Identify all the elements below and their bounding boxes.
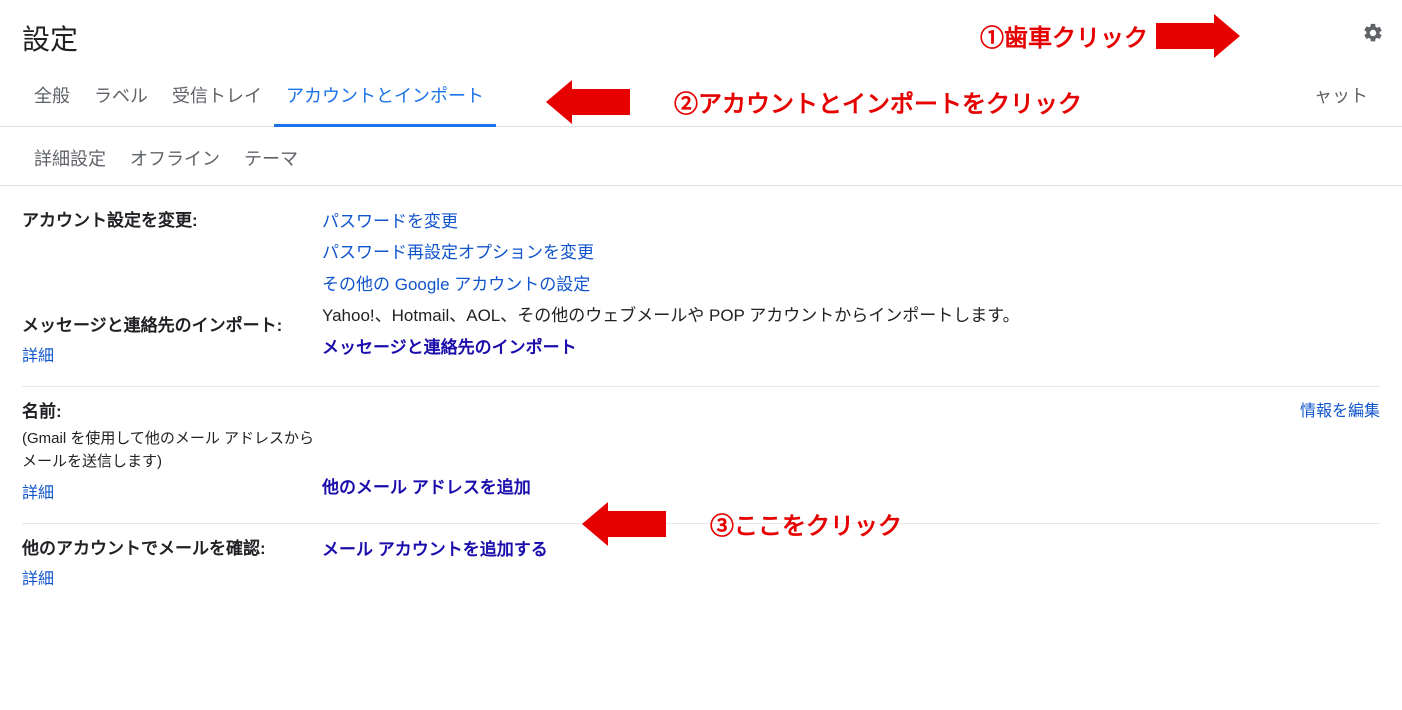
link-import-messages[interactable]: メッセージと連絡先のインポート (322, 338, 577, 357)
tab-themes[interactable]: テーマ (232, 127, 310, 171)
import-description: Yahoo!、Hotmail、AOL、その他のウェブメールや POP アカウント… (322, 300, 1380, 331)
tab-chat-fragment[interactable]: ャット (1302, 68, 1380, 126)
sub-name: (Gmail を使用して他のメール アドレスからメールを送信します) (22, 428, 322, 473)
tab-advanced[interactable]: 詳細設定 (22, 127, 118, 171)
tab-inbox[interactable]: 受信トレイ (160, 68, 274, 126)
link-change-password[interactable]: パスワードを変更 (322, 212, 458, 231)
detail-link-check-other[interactable]: 詳細 (22, 565, 54, 589)
section-name: 名前: (Gmail を使用して他のメール アドレスからメールを送信します) 詳… (22, 387, 1380, 524)
settings-sections: アカウント設定を変更: メッセージと連絡先のインポート: 詳細 パスワードを変更… (0, 186, 1402, 629)
section-left: アカウント設定を変更: メッセージと連絡先のインポート: 詳細 (22, 206, 322, 366)
section-left: 他のアカウントでメールを確認: 詳細 (22, 534, 322, 589)
link-change-pw-reset[interactable]: パスワード再設定オプションを変更 (322, 243, 594, 262)
tab-accounts-import[interactable]: アカウントとインポート (274, 68, 496, 127)
section-left: 名前: (Gmail を使用して他のメール アドレスからメールを送信します) 詳… (22, 397, 322, 503)
link-edit-info[interactable]: 情報を編集 (1300, 403, 1380, 420)
section-right: 他のメール アドレスを追加 (322, 397, 1240, 503)
section-far-right: 情報を編集 (1240, 397, 1380, 503)
label-account-change: アカウント設定を変更: (22, 206, 322, 231)
page-title: 設定 (22, 18, 1380, 58)
page-header: 設定 (0, 0, 1402, 68)
detail-link-name[interactable]: 詳細 (22, 479, 54, 503)
section-account-and-import: アカウント設定を変更: メッセージと連絡先のインポート: 詳細 パスワードを変更… (22, 196, 1380, 387)
link-add-another-email[interactable]: 他のメール アドレスを追加 (322, 472, 531, 503)
tabs-primary: 全般 ラベル 受信トレイ アカウントとインポート ャット (0, 68, 1402, 127)
section-right: メール アカウントを追加する (322, 534, 1380, 589)
section-right: パスワードを変更 パスワード再設定オプションを変更 その他の Google アカ… (322, 206, 1380, 366)
link-other-google[interactable]: その他の Google アカウントの設定 (322, 275, 590, 294)
tab-general[interactable]: 全般 (22, 68, 82, 126)
section-check-other: 他のアカウントでメールを確認: 詳細 メール アカウントを追加する (22, 524, 1380, 609)
tab-offline[interactable]: オフライン (118, 127, 232, 171)
label-import: メッセージと連絡先のインポート: (22, 311, 322, 336)
label-name: 名前: (22, 397, 322, 422)
label-check-other: 他のアカウントでメールを確認: (22, 534, 322, 559)
gear-icon[interactable] (1362, 22, 1384, 49)
tab-labels[interactable]: ラベル (82, 68, 160, 126)
link-add-mail-account[interactable]: メール アカウントを追加する (322, 540, 548, 559)
detail-link-import[interactable]: 詳細 (22, 342, 54, 366)
tabs-secondary: 詳細設定 オフライン テーマ (0, 127, 1402, 186)
